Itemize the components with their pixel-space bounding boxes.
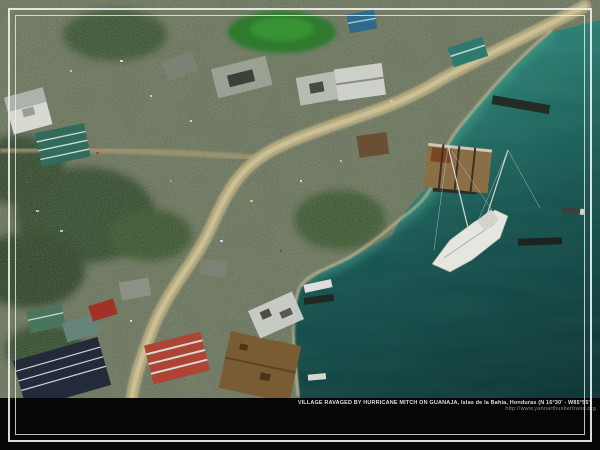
caption-band: VILLAGE RAVAGED BY HURRICANE MITCH ON GU… [0, 398, 600, 450]
photo-credit-url: http://www.yannarthusbertrand.org [0, 406, 600, 413]
aerial-photo [0, 0, 600, 450]
grass-field [228, 11, 336, 53]
wallpaper-canvas: VILLAGE RAVAGED BY HURRICANE MITCH ON GU… [0, 0, 600, 450]
